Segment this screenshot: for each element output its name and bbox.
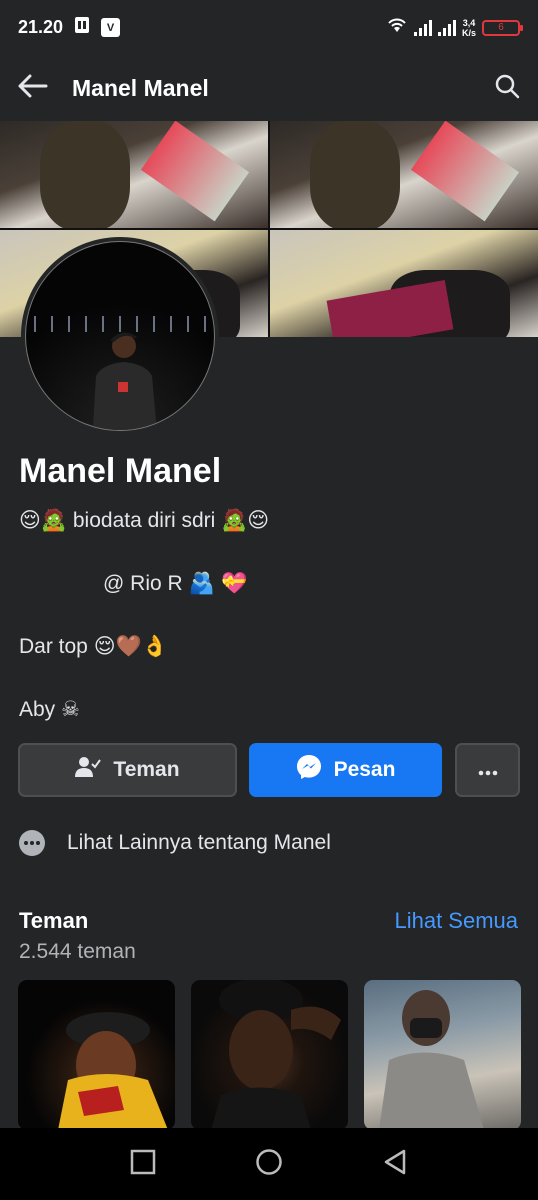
top-app-bar: Manel Manel <box>0 55 538 121</box>
app-notification-icon: V <box>101 18 121 37</box>
page-title: Manel Manel <box>72 74 209 101</box>
see-more-label: Lihat Lainnya tentang Manel <box>67 831 331 854</box>
friends-section-title: Teman <box>19 908 89 933</box>
friend-check-icon <box>75 756 102 784</box>
message-button[interactable]: Pesan <box>249 743 442 797</box>
battery-icon: 6 <box>482 19 523 36</box>
status-bar: 21.20 V 3,4 K/s 6 <box>0 0 538 55</box>
friends-button[interactable]: Teman <box>18 743 237 797</box>
cover-photo-tile <box>0 121 268 228</box>
friends-button-label: Teman <box>113 758 180 781</box>
signal-icon-2 <box>437 19 456 36</box>
see-all-friends-link[interactable]: Lihat Semua <box>394 908 518 934</box>
network-speed: 3,4 K/s <box>461 17 476 38</box>
recent-apps-icon[interactable] <box>130 1149 156 1180</box>
friend-photo <box>211 980 341 1130</box>
sim-icon <box>73 16 91 39</box>
search-icon[interactable] <box>494 73 520 104</box>
signal-icon <box>413 19 432 36</box>
status-time: 21.20 <box>18 17 64 37</box>
bio-line: Dar top 😌🤎👌 <box>19 634 168 658</box>
friend-photo <box>58 1012 168 1130</box>
friend-photo <box>379 990 484 1130</box>
friend-card[interactable] <box>191 980 348 1130</box>
friends-count: 2.544 teman <box>19 940 136 963</box>
see-more-about-link[interactable]: Lihat Lainnya tentang Manel <box>19 830 331 856</box>
friend-card[interactable] <box>18 980 175 1130</box>
profile-name: Manel Manel <box>19 452 222 490</box>
home-icon[interactable] <box>255 1148 283 1181</box>
more-dots-icon <box>478 758 498 782</box>
message-button-label: Pesan <box>333 758 396 781</box>
friend-card[interactable] <box>364 980 521 1130</box>
cover-photo-tile <box>270 230 538 337</box>
back-icon[interactable] <box>382 1149 408 1180</box>
avatar-person-figure <box>92 332 157 430</box>
back-arrow-icon[interactable] <box>18 73 48 104</box>
wifi-icon <box>386 16 408 39</box>
messenger-icon <box>296 754 322 786</box>
profile-avatar[interactable] <box>21 237 219 435</box>
more-dots-circle-icon <box>19 830 45 856</box>
bio-line: 😌🧟 biodata diri sdri 🧟😌 <box>19 508 270 532</box>
bio-line: @ Rio R 🫂 💝 <box>103 571 248 595</box>
system-navigation-bar <box>0 1128 538 1200</box>
avatar-photo <box>25 241 215 431</box>
cover-photo-tile <box>270 121 538 228</box>
more-options-button[interactable] <box>455 743 520 797</box>
bio-line: Aby ☠ <box>19 697 80 721</box>
